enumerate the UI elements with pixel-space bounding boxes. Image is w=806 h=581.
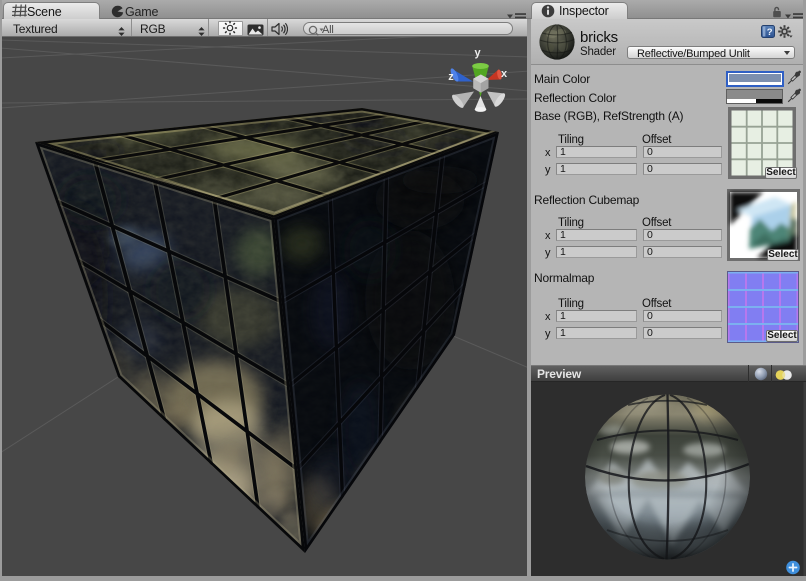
svg-text:z: z <box>448 71 454 83</box>
svg-text:?: ? <box>767 27 773 38</box>
svg-text:y: y <box>474 47 481 59</box>
svg-text:x: x <box>501 68 508 80</box>
